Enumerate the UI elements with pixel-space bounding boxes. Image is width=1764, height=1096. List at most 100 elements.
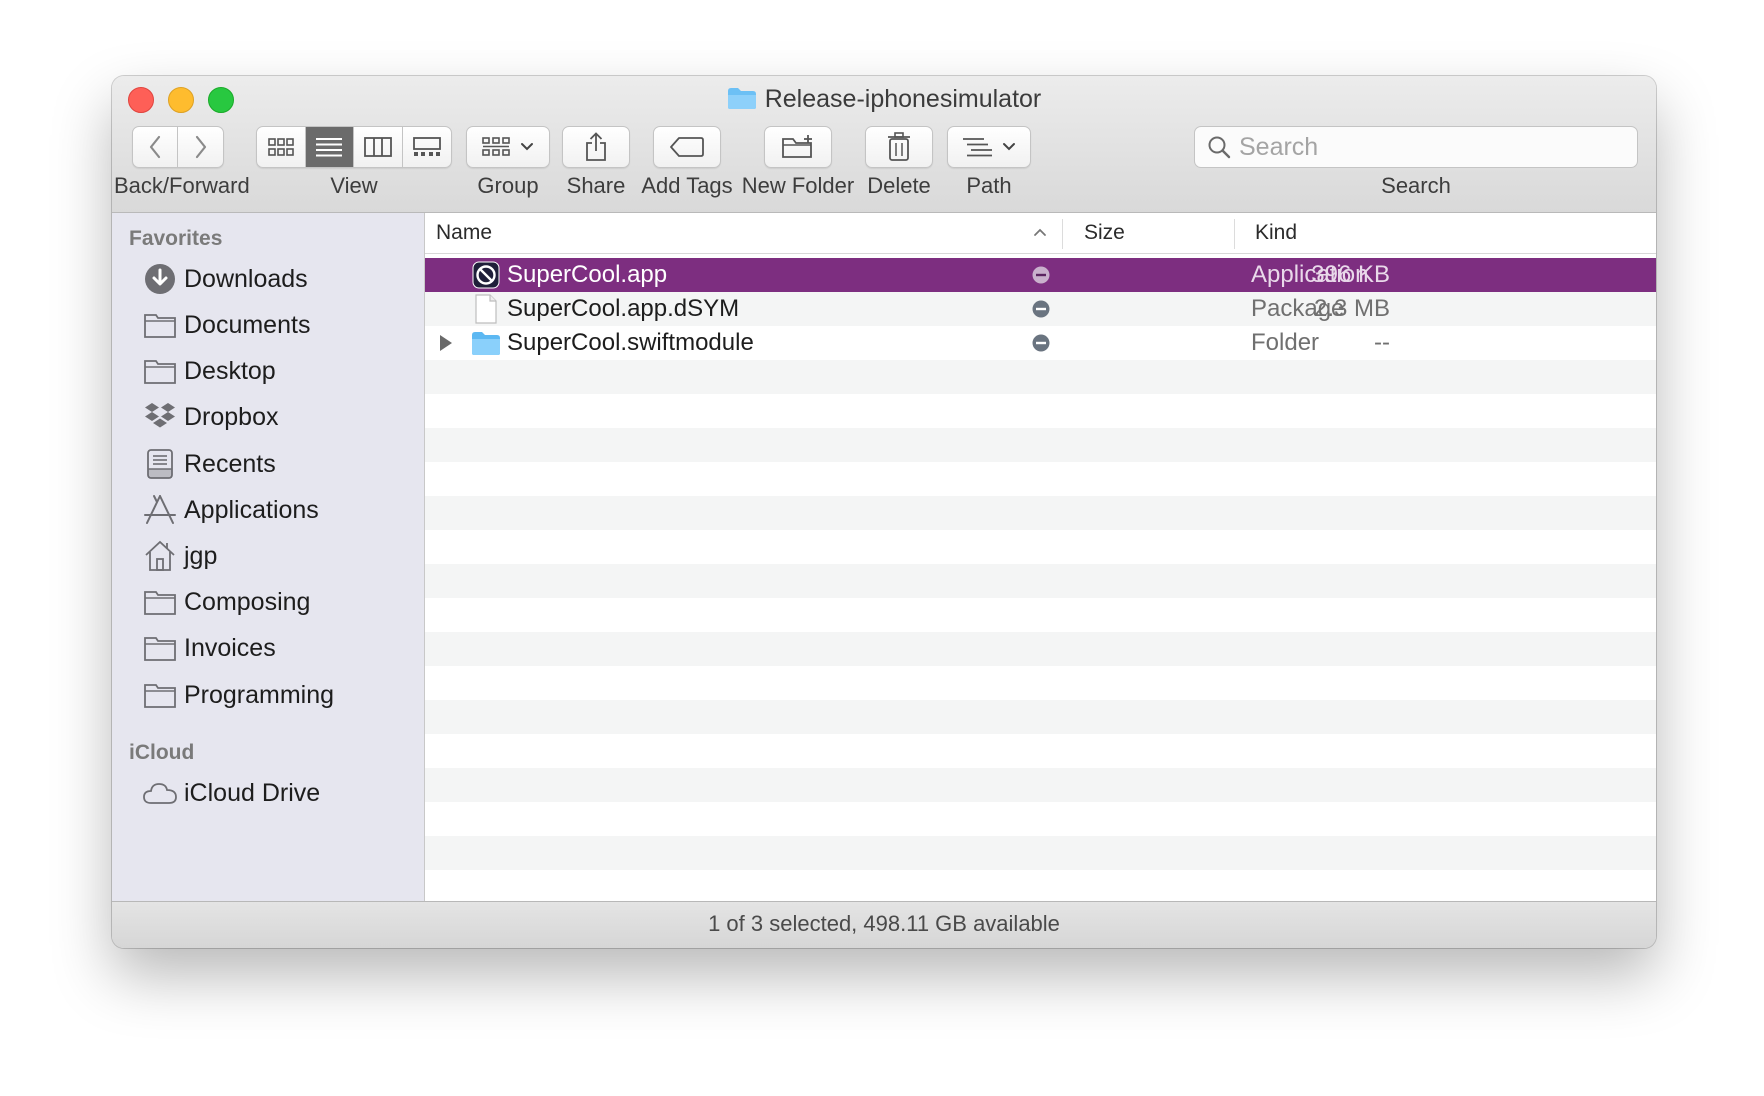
column-view-button[interactable] xyxy=(354,127,403,167)
empty-row xyxy=(425,496,1656,530)
sidebar: Favorites Downloads Documents Desktop Dr… xyxy=(112,213,425,902)
list-view-button[interactable] xyxy=(305,127,354,167)
toolbar: Release-iphonesimulator Back/Forward Vie… xyxy=(112,76,1656,213)
minus-circle-icon xyxy=(1032,334,1050,352)
empty-row xyxy=(425,462,1656,496)
search-label: Search xyxy=(1381,173,1451,198)
folder-icon xyxy=(142,354,178,388)
status-text: 1 of 3 selected, 498.11 GB available xyxy=(708,911,1060,936)
delete-button[interactable] xyxy=(865,126,933,168)
sidebar-item-label: jgp xyxy=(184,541,218,570)
downloads-icon xyxy=(142,262,178,296)
table-row[interactable]: SuperCool.app.dSYM 2.3 MB Package xyxy=(425,292,1656,326)
sidebar-item-label: Recents xyxy=(184,449,276,478)
share-label: Share xyxy=(566,173,626,198)
share-button[interactable] xyxy=(562,126,630,168)
icon-view-button[interactable] xyxy=(257,127,306,167)
add-tags-button[interactable] xyxy=(653,126,721,168)
file-kind: Folder xyxy=(1251,329,1320,356)
table-row[interactable]: SuperCool.swiftmodule -- Folder xyxy=(425,326,1656,360)
file-name: SuperCool.app.dSYM xyxy=(507,295,740,322)
minus-circle-icon xyxy=(1032,266,1050,284)
sidebar-header-favorites: Favorites xyxy=(129,227,223,250)
sidebar-header-icloud: iCloud xyxy=(129,741,195,764)
file-size: -- xyxy=(1374,329,1390,356)
search-input[interactable] xyxy=(1239,132,1619,162)
gallery-view-button[interactable] xyxy=(403,127,452,167)
column-name[interactable]: Name xyxy=(436,221,492,245)
status-bar: 1 of 3 selected, 498.11 GB available xyxy=(112,901,1656,948)
empty-row xyxy=(425,564,1656,598)
empty-row xyxy=(425,768,1656,802)
sort-ascending-icon[interactable] xyxy=(1033,227,1047,237)
chevron-down-icon xyxy=(1003,143,1015,151)
columns-icon xyxy=(363,137,392,157)
sidebar-item-jgp[interactable]: jgp xyxy=(142,536,412,576)
add-tags-label: Add Tags xyxy=(641,173,733,198)
finder-window: Release-iphonesimulator Back/Forward Vie… xyxy=(112,76,1656,948)
empty-row xyxy=(425,666,1656,700)
share-icon xyxy=(586,132,606,161)
disclosure-triangle-icon[interactable] xyxy=(439,334,453,352)
column-size[interactable]: Size xyxy=(1084,221,1125,245)
sidebar-item-documents[interactable]: Documents xyxy=(142,305,412,345)
applications-icon xyxy=(142,493,178,527)
sidebar-item-invoices[interactable]: Invoices xyxy=(142,628,412,668)
empty-row xyxy=(425,632,1656,666)
file-kind: Application xyxy=(1251,261,1369,288)
back-button[interactable] xyxy=(133,127,179,167)
folder-icon xyxy=(142,631,178,665)
sidebar-item-label: Composing xyxy=(184,587,311,616)
window-title: Release-iphonesimulator xyxy=(112,82,1656,116)
column-kind[interactable]: Kind xyxy=(1255,221,1297,245)
chevron-right-icon xyxy=(195,135,206,159)
view-control xyxy=(256,126,452,168)
sidebar-item-label: Desktop xyxy=(184,356,276,385)
chevron-down-icon xyxy=(521,143,533,151)
cloud-icon xyxy=(142,776,178,810)
recents-icon xyxy=(142,447,178,481)
search-icon xyxy=(1208,136,1231,159)
sidebar-item-label: Downloads xyxy=(184,264,308,293)
sidebar-item-label: Documents xyxy=(184,310,311,339)
sidebar-item-programming[interactable]: Programming xyxy=(142,675,412,715)
table-row[interactable]: SuperCool.app 396 KB Application xyxy=(425,258,1656,292)
sidebar-item-desktop[interactable]: Desktop xyxy=(142,351,412,391)
empty-row xyxy=(425,530,1656,564)
document-icon xyxy=(475,294,497,324)
file-list: Name Size Kind SuperCool.app 396 KB Appl… xyxy=(425,213,1656,902)
sidebar-item-recents[interactable]: Recents xyxy=(142,444,412,484)
sidebar-item-label: Dropbox xyxy=(184,402,279,431)
sidebar-item-dropbox[interactable]: Dropbox xyxy=(142,397,412,437)
file-rows: SuperCool.app 396 KB Application SuperCo… xyxy=(425,258,1656,902)
new-folder-button[interactable] xyxy=(764,126,832,168)
new-folder-label: New Folder xyxy=(741,173,855,198)
chevron-left-icon xyxy=(149,135,161,159)
window-title-text: Release-iphonesimulator xyxy=(764,85,1042,113)
app-prohibited-icon xyxy=(472,261,500,289)
list-icon xyxy=(316,138,343,157)
path-button[interactable] xyxy=(947,126,1031,168)
sidebar-item-composing[interactable]: Composing xyxy=(142,582,412,622)
empty-row xyxy=(425,360,1656,394)
empty-row xyxy=(425,870,1656,902)
minus-circle-icon xyxy=(1032,300,1050,318)
folder-icon xyxy=(142,308,178,342)
sidebar-item-downloads[interactable]: Downloads xyxy=(142,259,412,299)
back-forward-label: Back/Forward xyxy=(114,173,250,198)
sidebar-item-icloud-drive[interactable]: iCloud Drive xyxy=(142,773,412,813)
folder-icon xyxy=(142,585,178,619)
folder-icon xyxy=(727,88,756,109)
search-field[interactable] xyxy=(1194,126,1638,168)
group-button[interactable] xyxy=(466,126,550,168)
sidebar-item-label: iCloud Drive xyxy=(184,778,321,807)
empty-row xyxy=(425,394,1656,428)
sidebar-item-applications[interactable]: Applications xyxy=(142,490,412,530)
forward-button[interactable] xyxy=(178,127,223,167)
empty-row xyxy=(425,836,1656,870)
column-header: Name Size Kind xyxy=(425,213,1656,254)
dropbox-icon xyxy=(142,400,178,434)
empty-row xyxy=(425,598,1656,632)
grid-icon xyxy=(267,138,294,156)
tag-icon xyxy=(670,137,704,157)
